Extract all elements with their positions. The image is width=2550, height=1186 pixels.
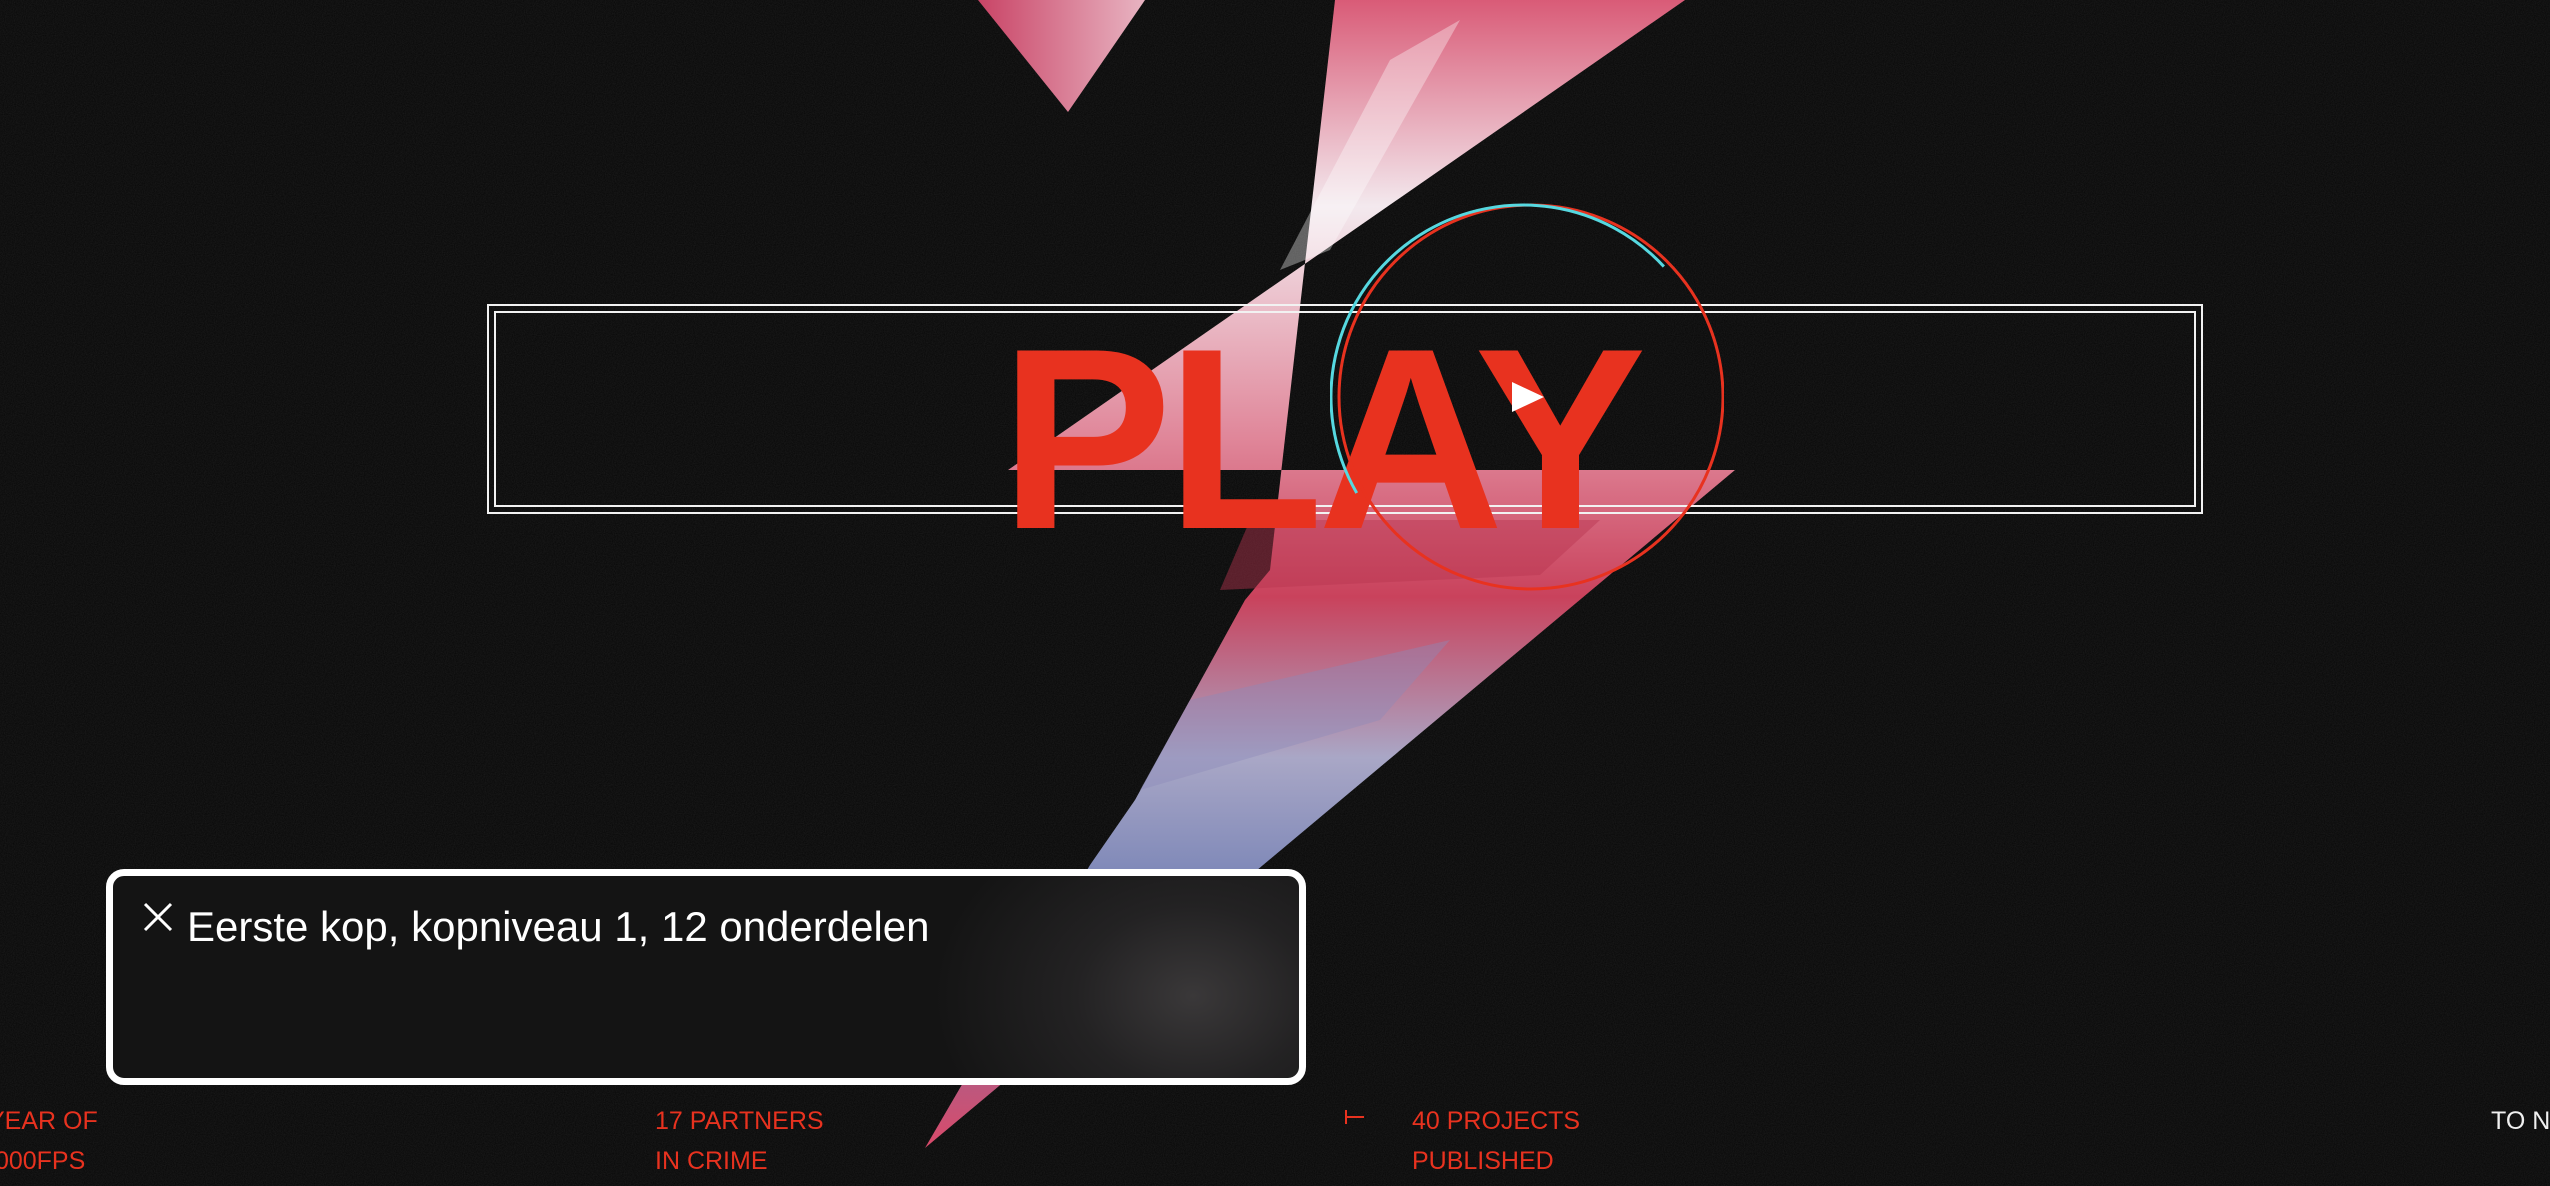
next-link[interactable]: TO N bbox=[2491, 1101, 2550, 1141]
play-button[interactable] bbox=[1330, 200, 1724, 594]
stat-projects-line2: PUBLISHED bbox=[1412, 1147, 1554, 1175]
hero-stage: PLAY Eerste kop, kopniveau 1, 12 onderde… bbox=[0, 0, 2550, 1186]
stat-year: YEAR OF ,000FPS bbox=[0, 1101, 98, 1181]
close-icon[interactable] bbox=[141, 900, 175, 934]
stat-projects: 40 PROJECTS PUBLISHED bbox=[1412, 1101, 1580, 1181]
accessibility-caption-panel: Eerste kop, kopniveau 1, 12 onderdelen bbox=[106, 869, 1306, 1085]
stat-partners-line1: 17 PARTNERS bbox=[655, 1107, 824, 1135]
stat-partners-line2: IN CRIME bbox=[655, 1147, 768, 1175]
stat-projects-line1: 40 PROJECTS bbox=[1412, 1107, 1581, 1135]
play-triangle-icon bbox=[1512, 382, 1544, 412]
stat-year-line1: YEAR OF bbox=[0, 1107, 98, 1135]
caption-text: Eerste kop, kopniveau 1, 12 onderdelen bbox=[187, 903, 930, 950]
stat-partners: 17 PARTNERS IN CRIME bbox=[655, 1101, 824, 1181]
stat-year-line2: ,000FPS bbox=[0, 1147, 86, 1175]
corner-mark-icon bbox=[1345, 1110, 1364, 1124]
